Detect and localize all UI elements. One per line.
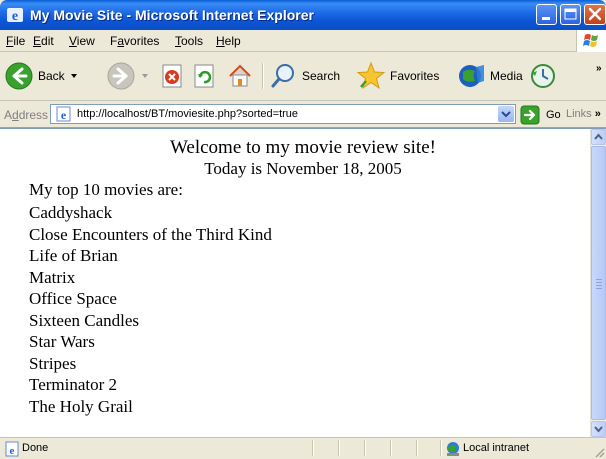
status-divider: [416, 440, 418, 456]
menu-favorites[interactable]: Favorites: [110, 34, 159, 48]
browser-window: e My Movie Site - Microsoft Internet Exp…: [0, 0, 606, 459]
history-icon: [531, 64, 555, 88]
status-divider: [440, 440, 442, 456]
status-divider: [338, 440, 340, 456]
svg-text:e: e: [12, 9, 18, 24]
minimize-button[interactable]: [536, 4, 557, 25]
status-divider: [312, 440, 314, 456]
date-line: Today is November 18, 2005: [204, 159, 402, 178]
home-button[interactable]: [226, 53, 254, 99]
resize-grip-icon[interactable]: [593, 446, 605, 458]
back-button[interactable]: Back: [4, 53, 77, 99]
list-item: The Holy Grail: [29, 396, 133, 416]
chevron-down-icon: [594, 426, 603, 433]
thumb-grip: [596, 288, 602, 289]
media-button[interactable]: Media: [456, 53, 523, 99]
stop-button[interactable]: [160, 53, 186, 99]
list-item: Close Encounters of the Third Kind: [29, 224, 272, 244]
page-content: Welcome to my movie review site! Today i…: [0, 129, 590, 437]
menu-file[interactable]: File: [6, 34, 25, 48]
intro-text: My top 10 movies are:: [29, 180, 183, 199]
address-label: Address: [4, 108, 49, 122]
menu-bar: File Edit View Favorites Tools Help: [0, 30, 606, 52]
address-url: http://localhost/BT/moviesite.php?sorted…: [77, 108, 299, 120]
maximize-button[interactable]: [560, 4, 581, 25]
address-bar: Address e http://localhost/BT/moviesite.…: [0, 101, 606, 128]
close-icon: [588, 7, 602, 21]
favorites-star-icon: [356, 61, 386, 90]
thumb-grip: [596, 279, 602, 280]
local-intranet-icon: [447, 442, 459, 456]
list-item: Caddyshack: [29, 203, 113, 222]
menu-help[interactable]: Help: [216, 34, 241, 48]
page-icon: e: [56, 106, 71, 122]
list-item: Terminator 2: [29, 375, 118, 394]
svg-text:e: e: [10, 445, 15, 457]
status-divider: [364, 440, 366, 456]
toolbar-overflow-chevron-icon[interactable]: »: [596, 63, 602, 74]
favorites-button[interactable]: Favorites: [356, 53, 439, 99]
search-icon: [271, 64, 294, 88]
address-input[interactable]: e http://localhost/BT/moviesite.php?sort…: [50, 104, 516, 124]
list-item: Star Wars: [29, 332, 95, 351]
scroll-up-button[interactable]: [591, 129, 606, 145]
scroll-thumb[interactable]: [591, 146, 606, 420]
status-divider: [390, 440, 392, 456]
back-arrow-icon: [5, 62, 33, 90]
ie-icon: e: [6, 6, 24, 24]
stop-icon: [162, 64, 182, 88]
search-button[interactable]: Search: [270, 53, 340, 99]
maximize-icon: [564, 8, 577, 20]
movie-list: Caddyshack Close Encounters of the Third…: [29, 202, 272, 417]
menu-edit[interactable]: Edit: [33, 34, 54, 48]
status-text: Done: [22, 442, 49, 454]
list-item: Office Space: [29, 289, 117, 308]
list-item: Matrix: [29, 267, 76, 287]
go-arrow-icon: [520, 105, 540, 125]
window-title: My Movie Site - Microsoft Internet Explo…: [30, 7, 314, 23]
vertical-scrollbar[interactable]: [590, 129, 606, 437]
list-item: Life of Brian: [29, 246, 118, 265]
done-page-icon: e: [5, 441, 19, 457]
links-label[interactable]: Links »: [566, 108, 601, 120]
forward-dropdown-icon[interactable]: [142, 74, 148, 78]
list-item: Stripes: [29, 353, 77, 373]
windows-flag-icon: [576, 30, 606, 52]
standard-toolbar: Back Search Favorites Media »: [0, 53, 606, 101]
history-button[interactable]: [528, 53, 558, 99]
refresh-icon: [194, 64, 214, 88]
back-dropdown-icon[interactable]: [70, 74, 77, 78]
page-viewport: Welcome to my movie review site! Today i…: [0, 128, 606, 437]
svg-text:e: e: [61, 108, 67, 122]
go-button[interactable]: Go: [520, 105, 561, 125]
close-button[interactable]: [584, 4, 606, 25]
title-bar[interactable]: e My Movie Site - Microsoft Internet Exp…: [0, 0, 606, 30]
address-dropdown-button[interactable]: [498, 106, 514, 122]
forward-arrow-icon: [107, 62, 135, 90]
toolbar-separator: [262, 63, 264, 89]
chevron-down-icon: [501, 111, 511, 118]
thumb-grip: [596, 285, 602, 286]
chevron-up-icon: [594, 133, 603, 140]
refresh-button[interactable]: [192, 53, 218, 99]
status-bar: e Done Local intranet: [0, 437, 606, 459]
media-icon: [459, 65, 484, 87]
list-item: Sixteen Candles: [29, 310, 140, 330]
scroll-down-button[interactable]: [591, 421, 606, 437]
minimize-icon: [542, 17, 550, 20]
page-heading: Welcome to my movie review site!: [170, 137, 436, 158]
security-zone: Local intranet: [463, 442, 530, 454]
forward-button[interactable]: [106, 53, 148, 99]
menu-tools[interactable]: Tools: [175, 34, 203, 48]
thumb-grip: [596, 282, 602, 283]
menu-view[interactable]: View: [69, 34, 95, 48]
home-icon: [229, 64, 251, 87]
